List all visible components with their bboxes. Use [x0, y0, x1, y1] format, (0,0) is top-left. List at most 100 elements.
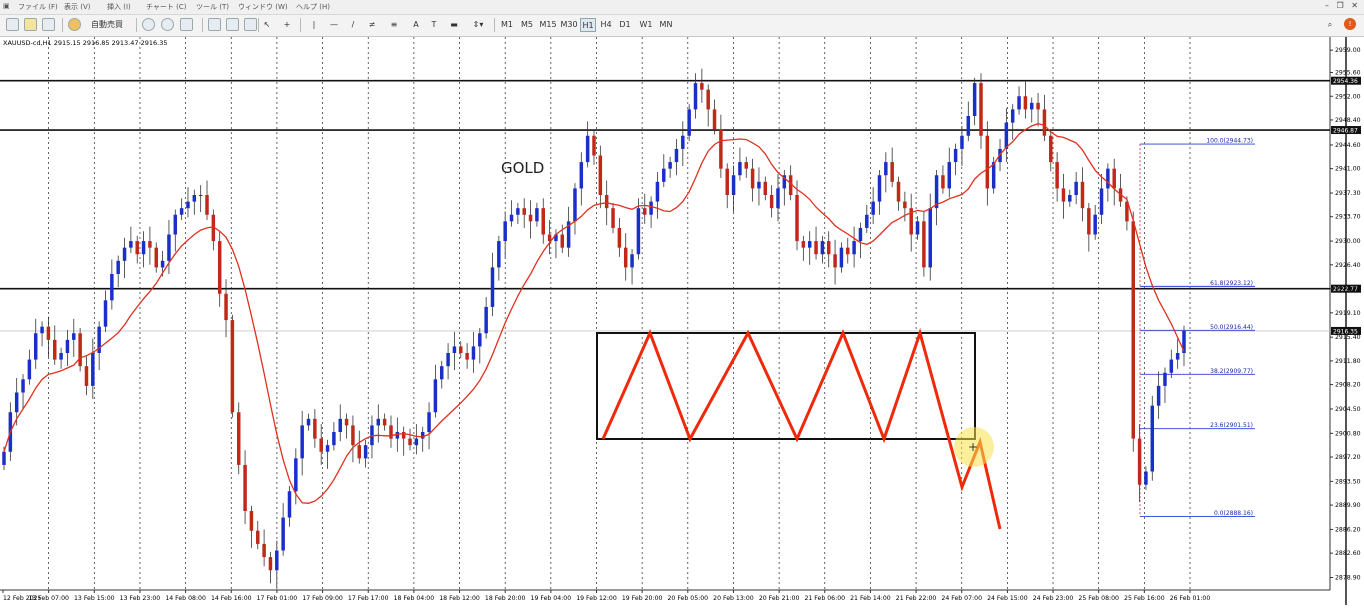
- bull-candle: [376, 418, 381, 426]
- time-label: 14 Feb 16:00: [211, 595, 252, 602]
- restore-icon[interactable]: ❐: [1336, 1, 1343, 10]
- tf-m1[interactable]: M1: [498, 18, 516, 32]
- bear-candle: [1055, 162, 1059, 189]
- fibonacci-icon[interactable]: ≡: [388, 18, 400, 32]
- tf-m15[interactable]: M15: [538, 18, 558, 32]
- price-label: 2941.00: [1335, 166, 1361, 173]
- bear-candle: [256, 530, 260, 544]
- bull-candle: [446, 353, 450, 367]
- bear-candle: [725, 168, 729, 195]
- navigator-icon[interactable]: [42, 18, 55, 31]
- notification-icon[interactable]: !: [1344, 18, 1356, 30]
- bull-candle: [1169, 359, 1174, 373]
- bull-candle: [668, 162, 672, 169]
- bear-candle: [617, 227, 622, 248]
- bear-candle: [814, 241, 818, 255]
- bull-candle: [72, 333, 76, 340]
- time-label: 13 Feb 23:00: [120, 595, 161, 602]
- menu-chart[interactable]: チャート (C): [146, 2, 187, 12]
- bull-candle: [960, 135, 964, 149]
- bear-candle: [560, 234, 565, 248]
- time-label: 24 Feb 15:00: [987, 595, 1028, 602]
- horizontal-line-icon[interactable]: —: [328, 18, 340, 32]
- bar-chart-icon[interactable]: [208, 18, 221, 31]
- line-chart-icon[interactable]: [244, 18, 257, 31]
- bear-candle: [1061, 188, 1066, 202]
- bear-candle: [1080, 181, 1085, 209]
- tf-mn[interactable]: MN: [657, 18, 675, 32]
- vertical-line-icon[interactable]: |: [310, 18, 318, 32]
- bull-candle: [478, 333, 482, 347]
- autotrade-button[interactable]: 自動売買: [84, 18, 130, 32]
- price-chart[interactable]: 2954.362946.872922.772916.35 100.0(2944.…: [0, 37, 1364, 605]
- bear-candle: [459, 346, 463, 353]
- bull-candle: [738, 162, 742, 176]
- tf-h4[interactable]: H4: [598, 18, 614, 32]
- menu-insert[interactable]: 挿入 (I): [107, 2, 131, 12]
- menu-tools[interactable]: ツール (T): [196, 2, 229, 12]
- bear-candle: [833, 254, 837, 268]
- bull-candle: [1074, 181, 1078, 195]
- bull-candle: [281, 517, 285, 551]
- bull-candle: [33, 333, 38, 360]
- profiles-icon[interactable]: [24, 18, 37, 31]
- bear-candle: [611, 208, 615, 228]
- bull-candle: [395, 432, 400, 439]
- cursor-icon[interactable]: ↖: [262, 18, 272, 32]
- tf-m5[interactable]: M5: [518, 18, 536, 32]
- price-label: 2959.00: [1335, 47, 1361, 54]
- tf-h1[interactable]: H1: [580, 18, 596, 32]
- tile-windows-icon[interactable]: [180, 18, 193, 31]
- search-icon[interactable]: ⌕: [1324, 18, 1336, 32]
- bull-candle: [287, 491, 292, 518]
- bull-candle: [1004, 122, 1009, 149]
- tf-d1[interactable]: D1: [617, 18, 633, 32]
- chart-header: XAUUSD-cd,H1 2915.15 2916.85 2913.47 291…: [3, 39, 167, 47]
- menu-file[interactable]: ファイル (F): [18, 2, 58, 12]
- bull-candle: [915, 221, 920, 235]
- minimize-icon[interactable]: –: [1325, 1, 1329, 10]
- label-icon[interactable]: T: [428, 18, 440, 32]
- autotrade-icon[interactable]: [68, 18, 81, 31]
- menu-window[interactable]: ウィンドウ (W): [238, 2, 288, 12]
- menu-help[interactable]: ヘルプ (H): [296, 2, 330, 12]
- bear-candle: [1087, 208, 1091, 235]
- close-icon[interactable]: ✕: [1351, 1, 1358, 10]
- bull-candle: [636, 208, 641, 255]
- channel-icon[interactable]: ≠: [366, 18, 378, 32]
- text-icon[interactable]: A: [410, 18, 422, 32]
- trendline-icon[interactable]: /: [347, 18, 359, 32]
- bear-candle: [896, 181, 901, 202]
- time-label: 21 Feb 22:00: [896, 595, 937, 602]
- price-label: 2893.50: [1335, 478, 1361, 485]
- bear-candle: [78, 333, 82, 367]
- app-icon[interactable]: ▣: [3, 2, 10, 10]
- bear-candle: [53, 339, 57, 360]
- bear-candle: [249, 511, 254, 531]
- bear-candle: [1137, 438, 1142, 485]
- price-label: 2908.20: [1335, 382, 1361, 389]
- tf-m30[interactable]: M30: [559, 18, 579, 32]
- bear-candle: [744, 162, 749, 169]
- candlestick-icon[interactable]: [226, 18, 239, 31]
- arrows-dropdown-icon[interactable]: ⇕▾: [468, 18, 488, 32]
- crosshair-icon[interactable]: +: [282, 18, 292, 32]
- menu-view[interactable]: 表示 (V): [64, 2, 90, 12]
- bull-candle: [439, 366, 444, 380]
- bear-candle: [135, 241, 139, 255]
- bull-candle: [865, 214, 869, 228]
- shapes-icon[interactable]: ▬: [448, 18, 460, 32]
- zoom-in-icon[interactable]: [142, 18, 155, 31]
- bear-candle: [604, 195, 609, 209]
- zoom-out-icon[interactable]: [161, 18, 174, 31]
- bear-candle: [351, 425, 355, 446]
- bear-candle: [528, 214, 533, 222]
- price-label: 2915.40: [1335, 334, 1361, 341]
- time-label: 20 Feb 05:00: [668, 595, 709, 602]
- chart-window[interactable]: 2954.36 2946.87 2922.77 2916.35 100.0(2944.…: [0, 37, 1364, 605]
- bull-candle: [186, 201, 190, 209]
- hline-price-text: 2946.87: [1333, 128, 1358, 135]
- new-chart-icon[interactable]: [6, 18, 19, 31]
- bull-candle: [338, 418, 342, 432]
- tf-w1[interactable]: W1: [637, 18, 655, 32]
